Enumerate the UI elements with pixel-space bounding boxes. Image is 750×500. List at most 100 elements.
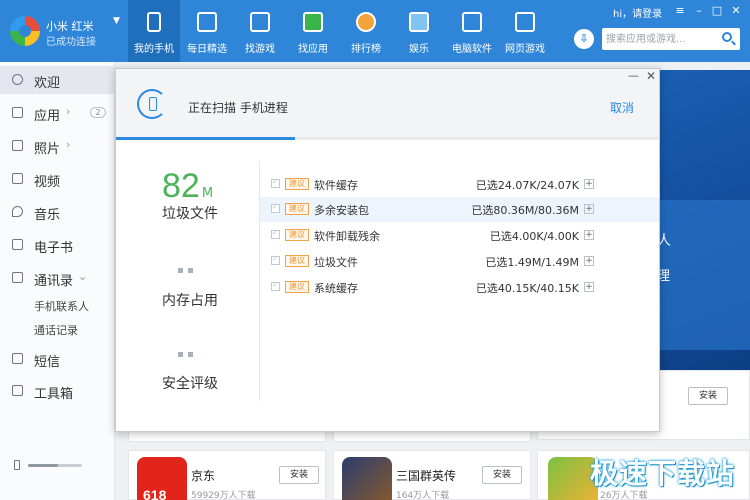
row-checkbox[interactable] — [271, 254, 280, 265]
minimize-icon[interactable]: – — [692, 4, 706, 18]
junk-row[interactable]: 建议 软件卸载残余 已选4.00K/4.00K + — [260, 223, 659, 248]
sidebar-item-photos[interactable]: 照片 › — [0, 132, 115, 160]
chevron-right-icon: › — [66, 138, 71, 151]
chevron-right-icon: › — [66, 105, 71, 118]
app-card-sanguo[interactable]: 三国群英传 164万人下载 安装 — [333, 450, 531, 500]
junk-size: 82 M — [162, 167, 213, 206]
tab-label: 每日精选 — [187, 44, 227, 55]
expand-icon[interactable]: + — [584, 204, 594, 214]
download-manager-icon[interactable]: ⇩ — [574, 29, 594, 49]
music-icon — [12, 206, 23, 217]
calendar-icon — [197, 12, 217, 32]
row-name: 软件卸载残余 — [314, 230, 380, 243]
tab-label: 娱乐 — [409, 44, 429, 55]
sidebar-item-ebooks[interactable]: 电子书 — [0, 231, 115, 259]
minimize-icon[interactable]: — — [628, 69, 639, 82]
tab-rankings[interactable]: 排行榜 — [340, 0, 392, 62]
folder-icon — [409, 12, 429, 32]
sidebar-item-apps[interactable]: 应用 › 2 — [0, 99, 115, 127]
app-name: 三国群英传 — [396, 469, 457, 483]
tab-find-games[interactable]: 找游戏 — [234, 0, 286, 62]
book-icon — [12, 239, 23, 250]
expand-icon[interactable]: + — [584, 230, 594, 240]
install-button[interactable]: 安装 — [482, 466, 522, 484]
tab-entertainment[interactable]: 娱乐 — [393, 0, 445, 62]
photo-icon — [12, 140, 23, 151]
install-button[interactable]: 安装 — [688, 387, 728, 405]
sidebar-subitem-call-log[interactable]: 通话记录 — [34, 322, 78, 338]
tab-find-apps[interactable]: 找应用 — [287, 0, 339, 62]
sidebar-item-music[interactable]: 音乐 — [0, 198, 115, 226]
tab-label: 找游戏 — [245, 44, 275, 55]
sidebar-subitem-phone-contacts[interactable]: 手机联系人 — [34, 298, 89, 314]
suggest-tag: 建议 — [285, 255, 309, 267]
junk-row[interactable]: 建议 垃圾文件 已选1.49M/1.49M + — [260, 249, 659, 274]
sidebar-item-welcome[interactable]: 欢迎 — [0, 66, 115, 94]
sidebar-item-sms[interactable]: 短信 — [0, 345, 115, 373]
row-name: 多余安装包 — [314, 204, 369, 217]
tab-daily-picks[interactable]: 每日精选 — [181, 0, 233, 62]
security-rating-label: 安全评级 — [162, 376, 218, 392]
close-icon[interactable]: ✕ — [646, 69, 656, 83]
tab-label: 排行榜 — [351, 44, 381, 55]
expand-icon[interactable]: + — [584, 179, 594, 189]
medal-icon — [356, 12, 376, 32]
row-checkbox[interactable] — [271, 228, 280, 239]
app-downloads: 59929万人下载 — [191, 491, 256, 500]
app-downloads: 164万人下载 — [396, 491, 450, 500]
junk-row[interactable]: 建议 软件缓存 已选24.07K/24.07K + — [260, 172, 659, 197]
row-size: 已选1.49M/1.49M — [485, 256, 579, 269]
row-checkbox[interactable] — [271, 177, 280, 188]
junk-size-value: 82 — [162, 167, 200, 205]
menu-icon[interactable]: ≡ — [673, 4, 687, 18]
sidebar-item-contacts[interactable]: 通讯录 ⌄ — [0, 264, 115, 292]
watermark: 极速下载站 — [590, 457, 736, 490]
tab-my-phone[interactable]: 我的手机 — [128, 0, 180, 62]
row-name: 软件缓存 — [314, 179, 358, 192]
sidebar-item-videos[interactable]: 视频 — [0, 165, 115, 193]
install-button[interactable]: 安装 — [279, 466, 319, 484]
device-switcher[interactable]: 小米 红米 已成功连接 ▼ — [0, 0, 128, 62]
maximize-icon[interactable]: □ — [710, 4, 724, 18]
device-status: 已成功连接 — [46, 37, 96, 48]
sanguo-app-icon — [342, 457, 392, 500]
close-icon[interactable]: ✕ — [729, 4, 743, 18]
web-game-icon — [515, 12, 535, 32]
row-checkbox[interactable] — [271, 280, 280, 291]
expand-icon[interactable]: + — [584, 282, 594, 292]
tab-label: 电脑软件 — [452, 44, 492, 55]
cancel-button[interactable]: 取消 — [610, 99, 634, 116]
row-size: 已选24.07K/24.07K — [475, 179, 579, 192]
contacts-icon — [12, 272, 23, 283]
search-input[interactable] — [606, 30, 718, 48]
sms-icon — [12, 353, 23, 364]
apps-icon — [12, 107, 23, 118]
toolbox-icon — [12, 385, 23, 396]
search-box — [602, 28, 740, 50]
phone-icon — [149, 97, 157, 111]
shopping-bag-icon — [303, 12, 323, 32]
row-size: 已选40.15K/40.15K — [475, 282, 579, 295]
top-bar: 小米 红米 已成功连接 ▼ 我的手机 每日精选 找游戏 找应用 排行榜 娱乐 电… — [0, 0, 750, 62]
tab-web-games[interactable]: 网页游戏 — [499, 0, 551, 62]
login-link[interactable]: hi，请登录 — [613, 5, 662, 20]
app-card-jd[interactable]: 618 京东 59929万人下载 安装 — [128, 450, 326, 500]
storage-bar-fill — [28, 464, 58, 467]
sidebar-item-label: 视频 — [34, 175, 61, 190]
device-dropdown-icon[interactable]: ▼ — [113, 16, 120, 26]
count-badge: 2 — [90, 107, 106, 118]
monitor-icon — [462, 12, 482, 32]
tab-label: 网页游戏 — [505, 44, 545, 55]
sidebar-item-label: 工具箱 — [34, 387, 74, 402]
expand-icon[interactable]: + — [584, 256, 594, 266]
row-checkbox[interactable] — [271, 202, 280, 213]
search-icon[interactable] — [722, 32, 732, 42]
junk-row[interactable]: 建议 系统缓存 已选40.15K/40.15K + — [260, 275, 659, 300]
junk-row[interactable]: 建议 多余安装包 已选80.36M/80.36M + — [260, 197, 659, 222]
sidebar-item-label: 欢迎 — [34, 76, 61, 91]
tab-pc-software[interactable]: 电脑软件 — [446, 0, 498, 62]
phone-icon — [147, 12, 161, 32]
sidebar-item-toolbox[interactable]: 工具箱 — [0, 377, 115, 405]
suggest-tag: 建议 — [285, 178, 309, 190]
app-name: 京东 — [191, 469, 216, 483]
